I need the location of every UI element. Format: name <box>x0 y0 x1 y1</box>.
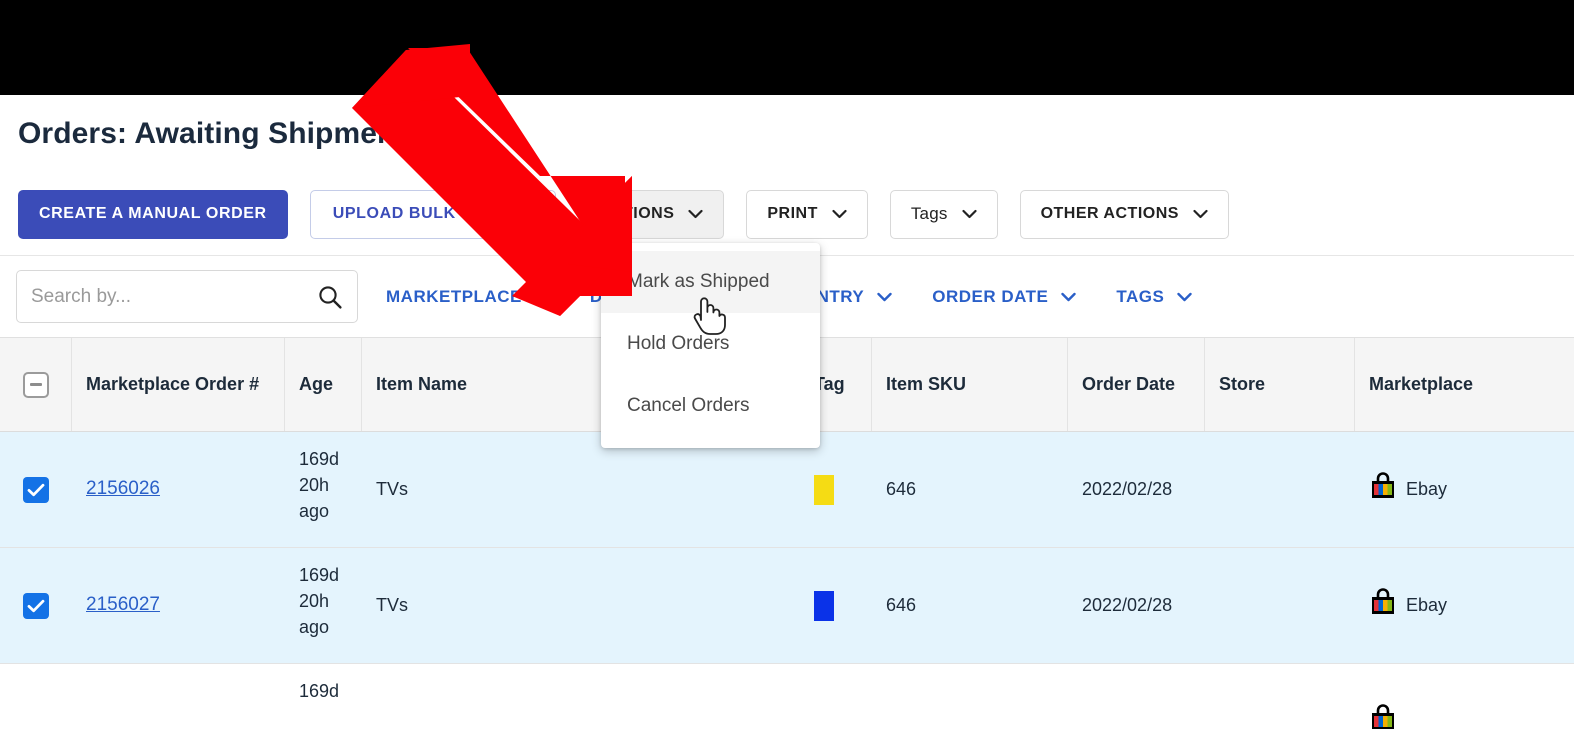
row-checkbox[interactable] <box>23 592 49 619</box>
action-toolbar: CREATE A MANUAL ORDER UPLOAD BULK ORDERS… <box>14 188 1229 240</box>
row-marketplace-cell: Ebay <box>1355 432 1574 548</box>
upload-bulk-orders-label: UPLOAD BULK ORDERS <box>332 205 533 222</box>
actions-button[interactable]: ACTIONS <box>577 189 725 239</box>
chevron-down-icon <box>877 292 892 302</box>
marketplace-label: Ebay <box>1406 479 1448 499</box>
chevron-down-icon <box>832 209 847 219</box>
select-all-cell <box>0 338 72 431</box>
actions-dropdown-menu: Mark as Shipped Hold Orders Cancel Order… <box>601 243 820 448</box>
print-button[interactable]: PRINT <box>746 189 868 239</box>
menu-item-hold-orders[interactable]: Hold Orders <box>601 313 820 375</box>
row-order-cell: 2156027 <box>72 548 285 664</box>
row-item-sku-cell <box>872 664 1068 729</box>
create-a-manual-order-label: CREATE A MANUAL ORDER <box>39 205 267 222</box>
row-item-sku-cell: 646 <box>872 432 1068 548</box>
age-value: 169d 20h ago <box>299 565 340 638</box>
column-header-age[interactable]: Age <box>285 338 362 431</box>
row-select-cell <box>0 664 72 729</box>
row-order-date-cell <box>1068 664 1205 729</box>
screenshot-root: Orders: Awaiting Shipment CREATE A MANUA… <box>0 0 1574 729</box>
chevron-down-icon <box>961 209 977 219</box>
row-store-cell <box>1205 664 1355 729</box>
column-header-store[interactable]: Store <box>1205 338 1355 431</box>
row-tag-cell <box>800 664 872 729</box>
filter-tags-label: TAGS <box>1116 286 1165 306</box>
other-actions-button[interactable]: OTHER ACTIONS <box>1019 189 1229 239</box>
row-order-cell <box>72 664 285 729</box>
age-value: 169d <box>299 681 340 701</box>
column-header-item-sku[interactable]: Item SKU <box>872 338 1068 431</box>
table-row[interactable]: 2156027 169d 20h ago TVs 646 2022/02/28 <box>0 548 1574 664</box>
other-actions-label: OTHER ACTIONS <box>1040 205 1179 222</box>
row-select-cell <box>0 548 72 664</box>
search-input[interactable] <box>31 285 317 308</box>
menu-item-cancel-orders[interactable]: Cancel Orders <box>601 375 820 437</box>
filter-order-date-label: ORDER DATE <box>932 286 1049 306</box>
row-tag-cell <box>800 548 872 664</box>
chevron-down-icon <box>1177 292 1193 302</box>
tags-button[interactable]: Tags <box>889 189 998 239</box>
column-header-order[interactable]: Marketplace Order # <box>72 338 285 431</box>
select-all-checkbox[interactable] <box>22 371 49 398</box>
filter-marketplace[interactable]: MARKETPLACE <box>386 287 550 307</box>
row-marketplace-cell: Ebay <box>1355 548 1574 664</box>
order-number-link[interactable]: 2156027 <box>86 591 160 620</box>
page-title: Orders: Awaiting Shipment <box>18 117 406 150</box>
chevron-down-icon <box>535 292 550 302</box>
row-order-cell: 2156026 <box>72 432 285 548</box>
row-item-name-cell <box>362 664 800 729</box>
ebay-bag-icon <box>1369 471 1397 508</box>
order-number-link[interactable]: 2156026 <box>86 475 160 504</box>
row-marketplace-cell <box>1355 664 1574 729</box>
search-box[interactable] <box>16 270 358 323</box>
row-age-cell: 169d 20h ago <box>285 432 362 548</box>
ebay-bag-icon <box>1369 587 1397 624</box>
column-header-order-date[interactable]: Order Date <box>1068 338 1205 431</box>
chevron-down-icon <box>1061 292 1077 302</box>
row-age-cell: 169d 20h ago <box>285 548 362 664</box>
row-tag-cell <box>800 432 872 548</box>
row-order-date-cell: 2022/02/28 <box>1068 548 1205 664</box>
browser-chrome-strip <box>0 0 1574 95</box>
marketplace-label: Ebay <box>1406 595 1448 615</box>
row-item-name-cell: TVs <box>362 548 800 664</box>
row-order-date-cell: 2022/02/28 <box>1068 432 1205 548</box>
menu-item-mark-as-shipped[interactable]: Mark as Shipped <box>601 251 820 313</box>
ebay-bag-icon <box>1369 703 1397 729</box>
actions-label: ACTIONS <box>598 205 675 222</box>
search-icon[interactable] <box>317 284 343 310</box>
filter-tags[interactable]: TAGS <box>1116 286 1193 307</box>
row-checkbox[interactable] <box>23 476 49 503</box>
row-item-name-cell: TVs <box>362 432 800 548</box>
age-value: 169d 20h ago <box>299 449 340 522</box>
row-store-cell <box>1205 548 1355 664</box>
tag-color-swatch <box>814 474 834 505</box>
tags-label: Tags <box>910 204 948 223</box>
filter-order-date[interactable]: ORDER DATE <box>932 286 1077 307</box>
filter-marketplace-label: MARKETPLACE <box>386 286 522 306</box>
row-store-cell <box>1205 432 1355 548</box>
chevron-down-icon <box>1193 209 1208 219</box>
print-label: PRINT <box>767 205 818 222</box>
column-header-marketplace[interactable]: Marketplace <box>1355 338 1574 431</box>
upload-bulk-orders-button[interactable]: UPLOAD BULK ORDERS <box>309 189 556 239</box>
table-row[interactable]: 169d <box>0 664 1574 729</box>
table-row[interactable]: 2156026 169d 20h ago TVs 646 2022/02/28 <box>0 432 1574 548</box>
row-select-cell <box>0 432 72 548</box>
tag-color-swatch <box>814 590 834 621</box>
row-age-cell: 169d <box>285 664 362 729</box>
chevron-down-icon <box>688 209 703 219</box>
create-a-manual-order-button[interactable]: CREATE A MANUAL ORDER <box>18 189 288 239</box>
row-item-sku-cell: 646 <box>872 548 1068 664</box>
